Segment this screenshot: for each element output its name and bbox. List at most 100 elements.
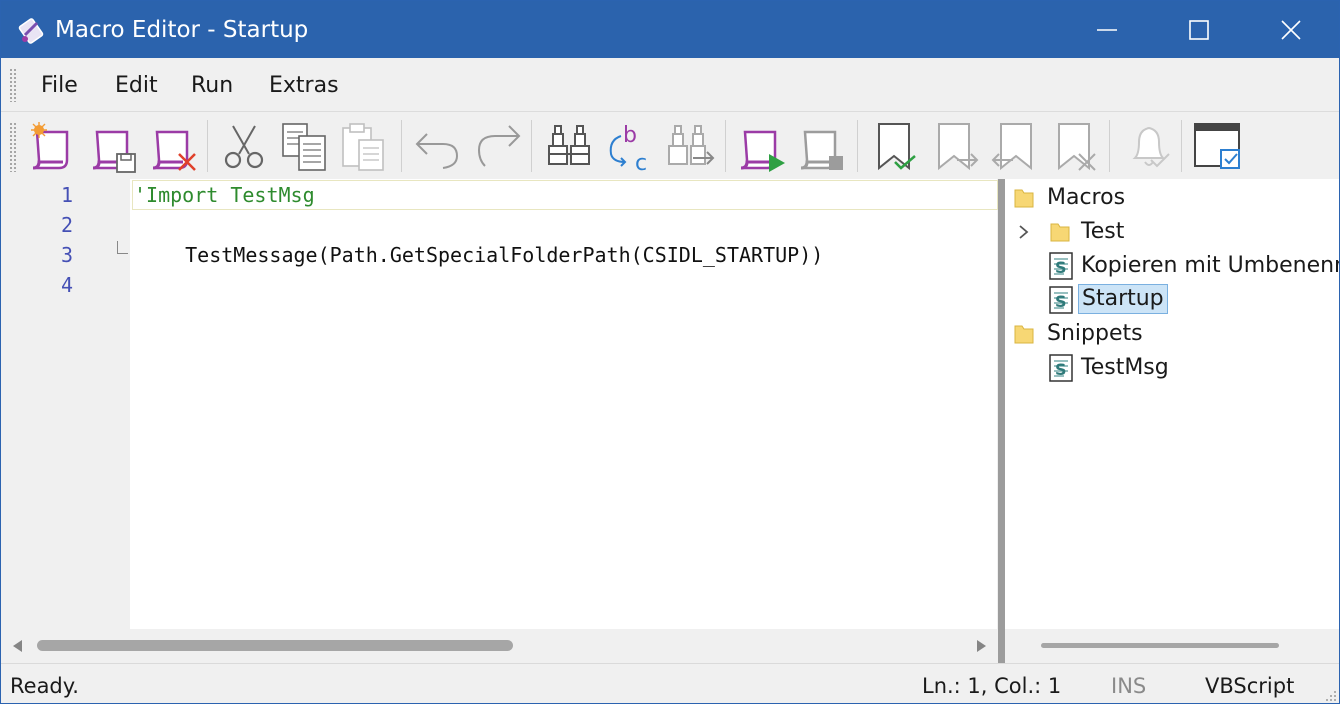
paste-icon <box>342 123 384 171</box>
code-editor[interactable]: 1 2 3 4 'Import TestMsg TestMessage(Path… <box>1 179 998 629</box>
folder-icon <box>1014 325 1034 344</box>
tree-node-test[interactable]: Test <box>1005 215 1335 249</box>
delete-macro-button[interactable] <box>147 120 201 174</box>
copy-icon <box>282 123 326 171</box>
undo-icon <box>415 133 459 169</box>
stop-macro-icon <box>800 130 843 170</box>
chevron-right-icon[interactable] <box>1017 223 1031 241</box>
toolbar: b c <box>1 111 1339 180</box>
window-icon <box>1194 123 1240 169</box>
redo-button[interactable] <box>471 120 525 174</box>
language-indicator: VBScript <box>1205 674 1295 698</box>
new-macro-button[interactable] <box>27 120 81 174</box>
maximize-button[interactable] <box>1153 1 1245 58</box>
stop-macro-button[interactable] <box>795 120 849 174</box>
tree-label: Test <box>1081 219 1125 244</box>
menu-run[interactable]: Run <box>191 72 233 100</box>
toolbar-separator <box>531 120 532 172</box>
run-macro-button[interactable] <box>735 120 789 174</box>
toolbar-separator <box>1181 120 1182 172</box>
redo-icon <box>477 125 521 167</box>
close-icon <box>1281 20 1301 40</box>
clear-bookmarks-button[interactable] <box>1049 120 1103 174</box>
scrollbar-thumb[interactable] <box>1041 643 1279 648</box>
minimize-icon <box>1097 29 1117 31</box>
toolbar-separator <box>857 120 858 172</box>
find-button[interactable] <box>543 120 597 174</box>
app-icon <box>18 18 44 44</box>
undo-button[interactable] <box>411 120 465 174</box>
new-macro-icon <box>31 122 69 170</box>
scrollbar-thumb[interactable] <box>37 640 513 651</box>
paste-button[interactable] <box>337 120 391 174</box>
resize-grip-icon[interactable] <box>1323 688 1337 702</box>
macro-script-icon: S <box>1049 252 1073 280</box>
copy-button[interactable] <box>277 120 331 174</box>
clear-bookmarks-icon <box>1058 123 1096 171</box>
next-bookmark-button[interactable] <box>929 120 983 174</box>
svg-text:S: S <box>1055 360 1067 379</box>
menu-extras[interactable]: Extras <box>269 72 339 100</box>
scroll-left-icon[interactable] <box>13 640 22 652</box>
cut-button[interactable] <box>217 120 271 174</box>
line-number: 1 <box>60 183 73 207</box>
menubar-grip[interactable] <box>9 68 17 102</box>
replace-button[interactable]: b c <box>603 120 657 174</box>
tree-label: Startup <box>1078 284 1168 314</box>
find-next-button[interactable] <box>663 120 717 174</box>
notification-button[interactable] <box>1121 120 1175 174</box>
line-number-gutter: 1 2 3 4 <box>1 179 130 629</box>
svg-text:S: S <box>1055 292 1067 311</box>
status-message: Ready. <box>10 674 79 698</box>
tree-node-startup[interactable]: S Startup <box>1005 283 1335 317</box>
fold-marker <box>117 241 128 254</box>
save-macro-button[interactable] <box>87 120 141 174</box>
notification-icon <box>1132 126 1170 168</box>
menu-file[interactable]: File <box>41 72 78 100</box>
close-button[interactable] <box>1245 1 1337 58</box>
toolbar-grip[interactable] <box>9 122 17 172</box>
delete-macro-icon <box>152 130 196 171</box>
cut-icon <box>224 125 264 169</box>
tree-node-snippets[interactable]: Snippets <box>1005 317 1335 351</box>
title-bar: Macro Editor - Startup <box>1 1 1339 58</box>
maximize-icon <box>1189 20 1209 40</box>
pane-splitter[interactable] <box>998 179 1005 663</box>
previous-bookmark-button[interactable] <box>987 120 1041 174</box>
toggle-bookmark-button[interactable] <box>869 120 923 174</box>
tree-node-kopieren[interactable]: S Kopieren mit Umbenennen <box>1005 249 1339 283</box>
tree-label: Kopieren mit Umbenennen <box>1081 253 1339 278</box>
tree-node-macros[interactable]: Macros <box>1005 181 1335 215</box>
macro-script-icon: S <box>1049 286 1073 314</box>
line-number: 2 <box>60 213 73 237</box>
svg-text:c: c <box>635 151 647 174</box>
replace-icon: b c <box>609 123 647 174</box>
toolbar-separator <box>401 120 402 172</box>
tree-label: TestMsg <box>1081 355 1169 380</box>
macro-script-icon: S <box>1049 354 1073 382</box>
toolbar-separator <box>207 120 208 172</box>
line-number: 4 <box>60 273 73 297</box>
tree-horizontal-scrollbar[interactable] <box>1005 629 1339 663</box>
macro-tree: Macros Test S Kopieren mit Umbenennen S <box>1005 179 1339 629</box>
find-next-icon <box>668 125 715 165</box>
cursor-position: Ln.: 1, Col.: 1 <box>922 674 1062 698</box>
find-icon <box>548 125 590 165</box>
code-line-1[interactable]: 'Import TestMsg <box>134 180 315 210</box>
menu-edit[interactable]: Edit <box>115 72 158 100</box>
window-button[interactable] <box>1191 120 1245 174</box>
tree-node-testmsg[interactable]: S TestMsg <box>1005 351 1335 385</box>
toolbar-separator <box>1109 120 1110 172</box>
insert-mode-indicator: INS <box>1111 674 1147 698</box>
scroll-right-icon[interactable] <box>977 640 986 652</box>
line-number: 3 <box>60 243 73 267</box>
toggle-bookmark-icon <box>878 123 916 171</box>
run-macro-icon <box>740 130 785 172</box>
previous-bookmark-icon <box>991 123 1032 171</box>
code-line-3[interactable]: TestMessage(Path.GetSpecialFolderPath(CS… <box>149 240 823 270</box>
folder-icon <box>1014 189 1034 208</box>
next-bookmark-icon <box>938 123 979 171</box>
editor-horizontal-scrollbar[interactable] <box>1 629 997 663</box>
macro-editor-window: Macro Editor - Startup File Edit Run Ext… <box>0 0 1340 704</box>
minimize-button[interactable] <box>1061 1 1153 58</box>
